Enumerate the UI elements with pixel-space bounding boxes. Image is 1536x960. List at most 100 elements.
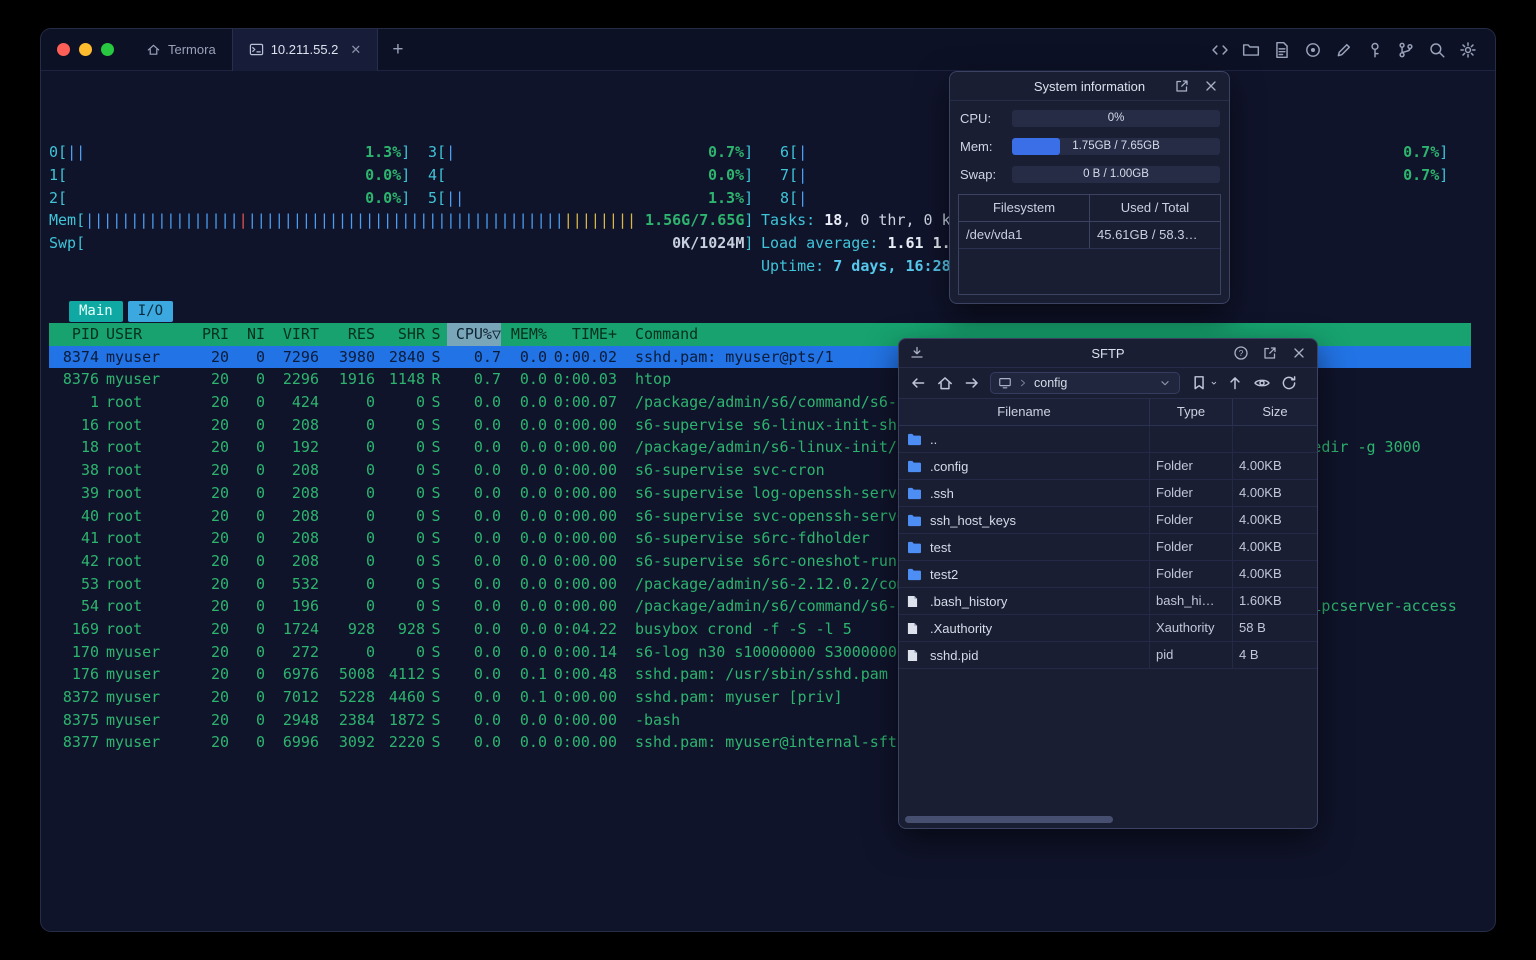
file-row[interactable]: test2 Folder 4.00KB — [899, 561, 1317, 588]
path-segment-config[interactable]: config — [1034, 376, 1152, 390]
cell-shr: 0 — [415, 551, 425, 570]
column-type[interactable]: Type — [1149, 399, 1232, 425]
folder-icon[interactable] — [1242, 41, 1260, 59]
settings-icon[interactable] — [1459, 41, 1477, 59]
path-breadcrumb[interactable]: config — [990, 372, 1180, 394]
file-size — [1232, 426, 1317, 452]
close-icon[interactable] — [1203, 78, 1219, 94]
cell-res: 0 — [365, 438, 375, 457]
filesystem-row[interactable]: /dev/vda1 45.61GB / 58.3… — [959, 222, 1220, 249]
file-row[interactable]: sshd.pid pid 4 B — [899, 642, 1317, 669]
cell-s: S — [431, 415, 441, 434]
column-header-pid[interactable]: PID — [49, 323, 99, 346]
cell-virt: 196 — [291, 597, 319, 616]
cell-res: 0 — [365, 574, 375, 593]
column-header-pri[interactable]: PRI — [202, 323, 229, 346]
cell-ni: 0 — [255, 415, 265, 434]
cell-mem: 0.0 — [519, 551, 547, 570]
tab-termora-home[interactable]: Termora — [130, 29, 232, 71]
file-row[interactable]: .ssh Folder 4.00KB — [899, 480, 1317, 507]
cell-mem: 0.0 — [519, 347, 547, 366]
show-hidden-files-icon[interactable] — [1253, 374, 1271, 392]
tab-close-icon[interactable]: ✕ — [350, 43, 361, 56]
refresh-icon[interactable] — [1280, 374, 1298, 392]
open-in-window-icon[interactable] — [1174, 78, 1190, 94]
home-icon[interactable] — [936, 374, 954, 392]
cell-ni: 0 — [255, 529, 265, 548]
column-filename[interactable]: Filename — [899, 399, 1149, 425]
horizontal-scrollbar[interactable] — [905, 816, 1313, 823]
transfers-icon[interactable] — [909, 345, 925, 361]
file-name: ssh_host_keys — [930, 512, 1016, 528]
tab-host-10-211-55-2[interactable]: 10.211.55.2 ✕ — [231, 29, 379, 71]
file-name: sshd.pid — [930, 647, 979, 663]
cell-cpu: 0.7 — [473, 347, 501, 366]
htop-tab-main[interactable]: Main — [69, 301, 123, 322]
column-header-s[interactable]: S — [425, 323, 447, 346]
column-size[interactable]: Size — [1232, 399, 1317, 425]
cell-virt: 208 — [291, 415, 319, 434]
help-icon[interactable]: ? — [1233, 345, 1249, 361]
cell-user: root — [106, 551, 143, 570]
file-row[interactable]: ssh_host_keys Folder 4.00KB — [899, 507, 1317, 534]
file-list: .. .config Folder 4.00KB .ssh Folder 4.0… — [899, 426, 1317, 669]
chevron-down-icon[interactable] — [1158, 376, 1172, 390]
cell-pri: 20 — [210, 574, 229, 593]
file-size: 1.60KB — [1232, 588, 1317, 614]
minimize-window-button[interactable] — [79, 43, 92, 56]
cell-shr: 2220 — [388, 733, 425, 752]
zoom-window-button[interactable] — [101, 43, 114, 56]
column-header-res[interactable]: RES — [319, 323, 375, 346]
cell-mem: 0.1 — [519, 665, 547, 684]
close-icon[interactable] — [1291, 345, 1307, 361]
file-row[interactable]: .Xauthority Xauthority 58 B — [899, 615, 1317, 642]
system-information-titlebar[interactable]: System information — [950, 72, 1229, 101]
file-name: .Xauthority — [930, 620, 993, 636]
column-header-cpu[interactable]: CPU%▽ — [447, 323, 501, 346]
back-icon[interactable] — [909, 374, 927, 392]
filesystem-usage: 45.61GB / 58.3… — [1089, 222, 1220, 248]
file-row[interactable]: .config Folder 4.00KB — [899, 453, 1317, 480]
cell-virt: 7296 — [282, 347, 319, 366]
cell-ni: 0 — [255, 483, 265, 502]
traffic-lights — [41, 43, 130, 56]
file-name: .bash_history — [930, 593, 1008, 609]
parent-directory-icon[interactable] — [1226, 374, 1244, 392]
scrollbar-thumb[interactable] — [905, 816, 1113, 823]
code-icon[interactable] — [1211, 41, 1229, 59]
column-header-virt[interactable]: VIRT — [265, 323, 319, 346]
cell-user: root — [106, 506, 143, 525]
folder-icon — [907, 540, 923, 554]
htop-tab-io[interactable]: I/O — [127, 301, 174, 322]
file-row[interactable]: .bash_history bash_hi… 1.60KB — [899, 588, 1317, 615]
cell-cpu: 0.0 — [473, 710, 501, 729]
branch-icon[interactable] — [1397, 41, 1415, 59]
column-header-time[interactable]: TIME+ — [547, 323, 617, 346]
log-icon[interactable] — [1273, 41, 1291, 59]
sftp-titlebar[interactable]: SFTP ? — [899, 339, 1317, 368]
file-row[interactable]: test Folder 4.00KB — [899, 534, 1317, 561]
edit-icon[interactable] — [1335, 41, 1353, 59]
bookmark-icon[interactable] — [1189, 374, 1217, 392]
cell-s: S — [431, 710, 441, 729]
cell-ni: 0 — [255, 710, 265, 729]
forward-icon[interactable] — [963, 374, 981, 392]
file-row[interactable]: .. — [899, 426, 1317, 453]
search-icon[interactable] — [1428, 41, 1446, 59]
key-icon[interactable] — [1366, 41, 1384, 59]
cell-user: root — [106, 461, 143, 480]
column-header-user[interactable]: USER — [99, 323, 202, 346]
close-window-button[interactable] — [57, 43, 70, 56]
cell-pid: 42 — [80, 551, 99, 570]
cell-virt: 208 — [291, 483, 319, 502]
open-in-window-icon[interactable] — [1262, 345, 1278, 361]
column-header-ni[interactable]: NI — [229, 323, 265, 346]
system-information-panel: System information CPU: 0% Mem: 1.75GB /… — [949, 71, 1230, 304]
new-tab-button[interactable]: + — [378, 39, 417, 61]
cell-pri: 20 — [210, 619, 229, 638]
mem-usage-bar: 1.75GB / 7.65GB — [1012, 137, 1220, 155]
cell-cpu: 0.0 — [473, 529, 501, 548]
column-header-shr[interactable]: SHR — [375, 323, 425, 346]
record-icon[interactable] — [1304, 41, 1322, 59]
column-header-mem[interactable]: MEM% — [501, 323, 547, 346]
